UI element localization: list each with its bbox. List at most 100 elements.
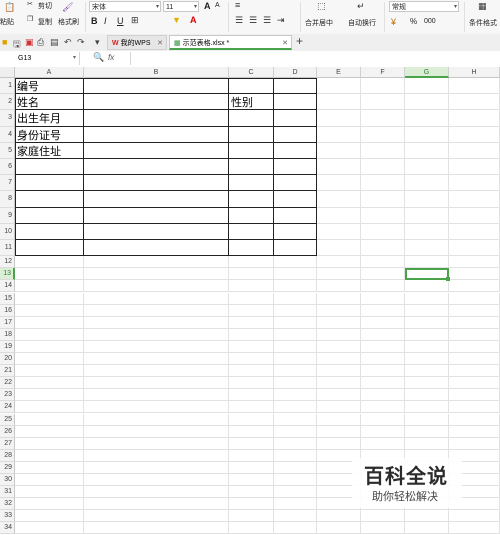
cell-c31[interactable] <box>229 486 274 499</box>
column-header-e[interactable]: E <box>317 67 361 78</box>
cell-f9[interactable] <box>361 207 405 224</box>
cell-h5[interactable] <box>449 142 500 159</box>
row-header-25[interactable]: 25 <box>0 413 15 426</box>
name-box[interactable]: G13 ▾ <box>0 52 80 65</box>
cell-b14[interactable] <box>84 280 229 293</box>
cell-d11[interactable] <box>274 240 317 257</box>
cell-a23[interactable] <box>15 389 84 402</box>
cell-b15[interactable] <box>84 292 229 305</box>
underline-button[interactable]: U <box>117 16 124 26</box>
row-header-17[interactable]: 17 <box>0 316 15 329</box>
row-header-14[interactable]: 14 <box>0 280 15 293</box>
paste-button[interactable]: 粘贴 <box>0 17 14 27</box>
active-cell-selection[interactable] <box>405 268 450 282</box>
zoom-icon[interactable]: 🔍 <box>93 52 104 63</box>
cell-f15[interactable] <box>361 292 405 305</box>
cell-d21[interactable] <box>274 365 317 378</box>
row-header-16[interactable]: 16 <box>0 304 15 317</box>
cell-c29[interactable] <box>229 461 274 474</box>
cell-f3[interactable] <box>361 110 405 127</box>
cell-a32[interactable] <box>15 498 84 511</box>
cell-c23[interactable] <box>229 389 274 402</box>
chevron-down-icon[interactable]: ▾ <box>73 52 76 65</box>
cell-c7[interactable] <box>229 175 274 192</box>
cell-a13[interactable] <box>15 268 84 281</box>
cell-g5[interactable] <box>405 142 449 159</box>
row-header-28[interactable]: 28 <box>0 449 15 462</box>
cell-a31[interactable] <box>15 486 84 499</box>
fill-color-icon[interactable]: ▼ <box>172 15 181 25</box>
cell-c15[interactable] <box>229 292 274 305</box>
cell-f1[interactable] <box>361 78 405 95</box>
cell-f7[interactable] <box>361 175 405 192</box>
comma-button[interactable]: 000 <box>424 18 436 25</box>
conditional-format-button[interactable]: 条件格式 <box>469 18 497 28</box>
column-header-g[interactable]: G <box>405 67 449 78</box>
font-name-select[interactable]: 宋体 ▾ <box>89 1 161 12</box>
row-header-23[interactable]: 23 <box>0 389 15 402</box>
wrap-text-button[interactable]: 自动换行 <box>348 18 376 28</box>
cell-f8[interactable] <box>361 191 405 208</box>
cell-g10[interactable] <box>405 223 449 240</box>
cell-c1[interactable] <box>229 78 274 95</box>
row-header-4[interactable]: 4 <box>0 126 15 143</box>
cell-g2[interactable] <box>405 94 449 111</box>
close-icon[interactable]: ✕ <box>282 36 288 51</box>
cell-b16[interactable] <box>84 304 229 317</box>
cell-c10[interactable] <box>229 223 274 240</box>
cell-a25[interactable] <box>15 413 84 426</box>
cell-d28[interactable] <box>274 449 317 462</box>
cell-e33[interactable] <box>317 510 361 523</box>
cell-d1[interactable] <box>274 78 317 95</box>
cell-d9[interactable] <box>274 207 317 224</box>
cell-e21[interactable] <box>317 365 361 378</box>
cell-h17[interactable] <box>449 316 500 329</box>
cell-a22[interactable] <box>15 377 84 390</box>
cell-b19[interactable] <box>84 340 229 353</box>
cell-d3[interactable] <box>274 110 317 127</box>
cell-c19[interactable] <box>229 340 274 353</box>
cell-g4[interactable] <box>405 126 449 143</box>
cell-d13[interactable] <box>274 268 317 281</box>
conditional-format-icon[interactable]: ▦ <box>478 1 487 12</box>
cell-b17[interactable] <box>84 316 229 329</box>
cell-h12[interactable] <box>449 256 500 269</box>
cell-d34[interactable] <box>274 522 317 535</box>
cell-c6[interactable] <box>229 159 274 176</box>
cell-c33[interactable] <box>229 510 274 523</box>
cell-g14[interactable] <box>405 280 449 293</box>
cell-g21[interactable] <box>405 365 449 378</box>
cell-c34[interactable] <box>229 522 274 535</box>
row-header-10[interactable]: 10 <box>0 223 15 240</box>
cell-d19[interactable] <box>274 340 317 353</box>
cell-f27[interactable] <box>361 437 405 450</box>
cell-h25[interactable] <box>449 413 500 426</box>
cell-b26[interactable] <box>84 425 229 438</box>
cell-a8[interactable] <box>15 191 84 208</box>
cell-b13[interactable] <box>84 268 229 281</box>
cell-c17[interactable] <box>229 316 274 329</box>
cell-f17[interactable] <box>361 316 405 329</box>
cell-d12[interactable] <box>274 256 317 269</box>
row-header-3[interactable]: 3 <box>0 110 15 127</box>
cell-d8[interactable] <box>274 191 317 208</box>
cell-e16[interactable] <box>317 304 361 317</box>
row-header-6[interactable]: 6 <box>0 159 15 176</box>
number-format-select[interactable]: 常规 ▾ <box>389 1 459 12</box>
align-left-icon[interactable]: ☰ <box>235 15 243 26</box>
cell-e8[interactable] <box>317 191 361 208</box>
cell-h3[interactable] <box>449 110 500 127</box>
cell-b3[interactable] <box>84 110 229 127</box>
folder-icon[interactable]: ■ <box>2 37 7 47</box>
cell-d31[interactable] <box>274 486 317 499</box>
cell-e10[interactable] <box>317 223 361 240</box>
cell-d20[interactable] <box>274 353 317 366</box>
cell-c4[interactable] <box>229 126 274 143</box>
cell-h10[interactable] <box>449 223 500 240</box>
cell-e7[interactable] <box>317 175 361 192</box>
cell-a7[interactable] <box>15 175 84 192</box>
cell-b25[interactable] <box>84 413 229 426</box>
cell-e1[interactable] <box>317 78 361 95</box>
cell-d6[interactable] <box>274 159 317 176</box>
cell-d30[interactable] <box>274 474 317 487</box>
